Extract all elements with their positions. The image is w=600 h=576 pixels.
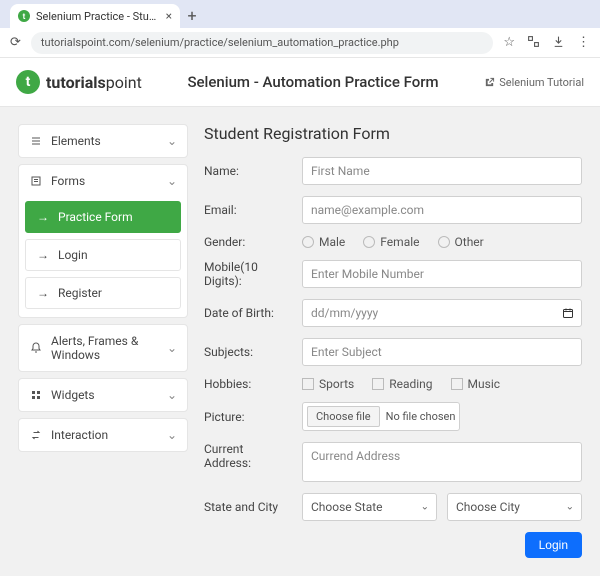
hobby-reading-checkbox[interactable]: Reading (372, 377, 432, 391)
selenium-tutorial-link[interactable]: Selenium Tutorial (484, 76, 584, 89)
sidebar-item-label: Login (58, 248, 88, 262)
reload-icon[interactable]: ⟳ (10, 35, 21, 50)
site-logo[interactable]: t tutorialspoint (16, 70, 142, 94)
menu-icon[interactable]: ⋮ (577, 35, 590, 50)
logo-text: tutorialspoint (46, 73, 142, 92)
close-icon[interactable]: × (166, 9, 172, 23)
sidebar-item-interaction[interactable]: Interaction ⌄ (19, 419, 187, 451)
login-button[interactable]: Login (525, 532, 582, 558)
browser-tab-strip: t Selenium Practice - Student | × + (0, 0, 600, 28)
logo-badge-icon: t (16, 70, 40, 94)
chevron-down-icon: ⌄ (167, 341, 177, 355)
sidebar-item-label: Practice Form (58, 210, 133, 224)
arrow-right-icon: → (36, 248, 50, 262)
radio-icon (363, 236, 375, 248)
tab-favicon: t (18, 10, 30, 22)
checkbox-icon (302, 378, 314, 390)
subjects-input[interactable] (302, 338, 582, 366)
page-title: Selenium - Automation Practice Form (156, 73, 470, 91)
radio-icon (438, 236, 450, 248)
chevron-down-icon: ⌄ (167, 134, 177, 148)
name-input[interactable] (302, 157, 582, 185)
city-select[interactable]: Choose City (447, 493, 582, 521)
browser-tab[interactable]: t Selenium Practice - Student | × (10, 4, 180, 28)
dob-input[interactable] (302, 299, 582, 327)
sidebar-item-label: Interaction (51, 428, 159, 442)
mobile-input[interactable] (302, 260, 582, 288)
sidebar-subitem-login[interactable]: → Login (25, 239, 181, 271)
arrow-right-icon: → (36, 210, 50, 224)
tab-title: Selenium Practice - Student | (36, 10, 160, 23)
url-text: tutorialspoint.com/selenium/practice/sel… (41, 36, 399, 49)
arrow-right-icon: → (36, 286, 50, 300)
checkbox-icon (372, 378, 384, 390)
address-bar: ⟳ tutorialspoint.com/selenium/practice/s… (0, 28, 600, 58)
download-icon[interactable] (552, 35, 565, 50)
swap-icon (29, 429, 43, 441)
address-label: Current Address: (204, 442, 292, 470)
gender-other-radio[interactable]: Other (438, 235, 484, 249)
picture-label: Picture: (204, 410, 292, 424)
address-textarea[interactable] (302, 442, 582, 482)
subjects-label: Subjects: (204, 345, 292, 359)
checkbox-icon (451, 378, 463, 390)
form-icon (29, 175, 43, 187)
sidebar-item-label: Widgets (51, 388, 159, 402)
url-input[interactable]: tutorialspoint.com/selenium/practice/sel… (31, 32, 493, 54)
hobby-sports-checkbox[interactable]: Sports (302, 377, 354, 391)
grid-icon (29, 389, 43, 401)
list-icon (29, 135, 43, 147)
email-input[interactable] (302, 196, 582, 224)
star-icon[interactable]: ☆ (503, 35, 515, 50)
radio-icon (302, 236, 314, 248)
site-header: t tutorialspoint Selenium - Automation P… (0, 58, 600, 106)
bell-icon (29, 342, 43, 354)
name-label: Name: (204, 164, 292, 178)
state-city-label: State and City (204, 500, 292, 514)
chevron-down-icon: ⌄ (167, 428, 177, 442)
new-tab-button[interactable]: + (180, 4, 204, 28)
mobile-label: Mobile(10 Digits): (204, 260, 292, 288)
sidebar-item-elements[interactable]: Elements ⌄ (19, 125, 187, 157)
sidebar-item-widgets[interactable]: Widgets ⌄ (19, 379, 187, 411)
sidebar-item-alerts[interactable]: Alerts, Frames & Windows ⌄ (19, 325, 187, 371)
extensions-icon[interactable] (527, 35, 540, 50)
sidebar-item-label: Register (58, 286, 102, 300)
sidebar-group-alerts: Alerts, Frames & Windows ⌄ (18, 324, 188, 372)
hobbies-label: Hobbies: (204, 377, 292, 391)
sidebar-subitem-practice-form[interactable]: → Practice Form (25, 201, 181, 233)
sidebar-group-forms: Forms ⌄ → Practice Form → Login → Regist… (18, 164, 188, 318)
chevron-down-icon: ⌄ (167, 174, 177, 188)
sidebar-group-interaction: Interaction ⌄ (18, 418, 188, 452)
form-title: Student Registration Form (204, 124, 582, 143)
sidebar-item-forms[interactable]: Forms ⌄ (19, 165, 187, 197)
hobby-music-checkbox[interactable]: Music (451, 377, 500, 391)
header-link-text: Selenium Tutorial (499, 76, 584, 89)
gender-male-radio[interactable]: Male (302, 235, 345, 249)
file-status-text: No file chosen (386, 410, 456, 423)
sidebar-group-elements: Elements ⌄ (18, 124, 188, 158)
sidebar-item-label: Alerts, Frames & Windows (51, 334, 159, 362)
dob-label: Date of Birth: (204, 306, 292, 320)
choose-file-button[interactable]: Choose file (307, 406, 380, 427)
form-area: Student Registration Form Name: Email: G… (204, 124, 582, 558)
email-label: Email: (204, 203, 292, 217)
chevron-down-icon: ⌄ (167, 388, 177, 402)
forms-sublist: → Practice Form → Login → Register (19, 197, 187, 317)
sidebar: Elements ⌄ Forms ⌄ → Practice Form → Log… (18, 124, 188, 558)
gender-label: Gender: (204, 235, 292, 249)
state-select[interactable]: Choose State (302, 493, 437, 521)
main-content: Elements ⌄ Forms ⌄ → Practice Form → Log… (0, 106, 600, 576)
sidebar-item-label: Elements (51, 134, 159, 148)
sidebar-item-label: Forms (51, 174, 159, 188)
sidebar-group-widgets: Widgets ⌄ (18, 378, 188, 412)
addr-actions: ☆ ⋮ (503, 35, 590, 50)
file-input[interactable]: Choose file No file chosen (302, 402, 460, 431)
gender-female-radio[interactable]: Female (363, 235, 419, 249)
sidebar-subitem-register[interactable]: → Register (25, 277, 181, 309)
